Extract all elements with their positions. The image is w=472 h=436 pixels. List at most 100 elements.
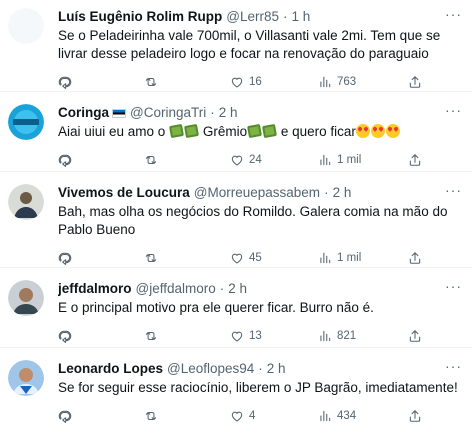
timestamp[interactable]: 2 h bbox=[267, 360, 286, 378]
like-button[interactable]: 13 bbox=[230, 327, 318, 345]
retweet-icon bbox=[144, 75, 158, 89]
tweet-text: Bah, mas olha os negócios do Romildo. Ga… bbox=[58, 204, 448, 237]
more-icon[interactable]: ··· bbox=[445, 278, 462, 294]
more-icon[interactable]: ··· bbox=[445, 6, 462, 22]
reply-icon bbox=[58, 75, 72, 89]
retweet-icon bbox=[144, 409, 158, 423]
reply-feed: Luís Eugênio Rolim Rupp @Lerr85 · 1 h ··… bbox=[0, 0, 472, 436]
views-icon bbox=[318, 153, 332, 167]
views-count: 434 bbox=[337, 410, 357, 422]
retweet-button[interactable] bbox=[144, 73, 230, 91]
like-button[interactable]: 4 bbox=[230, 407, 318, 425]
user-handle[interactable]: @Morreuepassabem bbox=[194, 184, 320, 202]
separator-dot: · bbox=[219, 281, 225, 296]
avatar[interactable] bbox=[8, 184, 44, 220]
flag-icon bbox=[112, 108, 127, 118]
retweet-button[interactable] bbox=[144, 407, 230, 425]
user-handle[interactable]: @jeffdalmoro bbox=[136, 280, 216, 298]
reply-button[interactable] bbox=[58, 327, 144, 345]
more-icon[interactable]: ··· bbox=[445, 182, 462, 198]
retweet-button[interactable] bbox=[144, 249, 230, 267]
reply-button[interactable] bbox=[58, 151, 144, 169]
avatar[interactable] bbox=[8, 280, 44, 316]
views-button[interactable]: 763 bbox=[318, 73, 408, 91]
heart-eyes-emoji-icon bbox=[355, 124, 370, 138]
tweet-header: Coringa @CoringaTri · 2 h bbox=[58, 92, 460, 122]
like-button[interactable]: 45 bbox=[230, 249, 318, 267]
user-handle[interactable]: @CoringaTri bbox=[130, 104, 206, 122]
heart-eyes-emoji-icon bbox=[385, 124, 400, 138]
like-button[interactable]: 24 bbox=[230, 151, 318, 169]
like-count: 16 bbox=[249, 76, 262, 88]
avatar[interactable] bbox=[8, 8, 44, 44]
tweet-header: Leonardo Lopes @Leoflopes94 · 2 h bbox=[58, 348, 460, 378]
like-count: 13 bbox=[249, 330, 262, 342]
display-name[interactable]: Luís Eugênio Rolim Rupp bbox=[58, 8, 222, 26]
display-name[interactable]: Vivemos de Loucura bbox=[58, 184, 190, 202]
action-bar: 4 434 bbox=[58, 407, 460, 425]
avatar[interactable] bbox=[8, 360, 44, 396]
views-button[interactable]: 1 mil bbox=[318, 249, 408, 267]
tweet[interactable]: Vivemos de Loucura @Morreuepassabem · 2 … bbox=[0, 172, 472, 268]
share-button[interactable] bbox=[408, 73, 434, 91]
tweet-header: Luís Eugênio Rolim Rupp @Lerr85 · 1 h bbox=[58, 0, 460, 26]
views-count: 763 bbox=[337, 76, 357, 88]
action-bar: 45 1 mil bbox=[58, 249, 460, 267]
money-emoji-icon bbox=[247, 123, 263, 139]
reply-button[interactable] bbox=[58, 407, 144, 425]
display-name[interactable]: Coringa bbox=[58, 104, 109, 122]
tweet-text: Se for seguir esse raciocínio, liberem o… bbox=[58, 380, 458, 395]
views-icon bbox=[318, 251, 332, 265]
timestamp[interactable]: 2 h bbox=[228, 280, 247, 298]
action-bar: 13 821 bbox=[58, 327, 460, 345]
share-icon bbox=[408, 329, 422, 343]
retweet-button[interactable] bbox=[144, 327, 230, 345]
user-handle[interactable]: @Leoflopes94 bbox=[167, 360, 254, 378]
like-icon bbox=[230, 153, 244, 167]
share-icon bbox=[408, 409, 422, 423]
display-name[interactable]: jeffdalmoro bbox=[58, 280, 132, 298]
views-button[interactable]: 821 bbox=[318, 327, 408, 345]
action-bar: 24 1 mil bbox=[58, 151, 460, 169]
tweet-text: E o principal motivo pra ele querer fica… bbox=[58, 300, 374, 315]
tweet-header: Vivemos de Loucura @Morreuepassabem · 2 … bbox=[58, 172, 460, 202]
user-handle[interactable]: @Lerr85 bbox=[226, 8, 279, 26]
views-button[interactable]: 1 mil bbox=[318, 151, 408, 169]
separator-dot: · bbox=[282, 9, 288, 24]
reply-icon bbox=[58, 251, 72, 265]
tweet[interactable]: Luís Eugênio Rolim Rupp @Lerr85 · 1 h ··… bbox=[0, 0, 472, 92]
reply-button[interactable] bbox=[58, 73, 144, 91]
money-emoji-icon bbox=[169, 123, 185, 139]
separator-dot: · bbox=[210, 105, 215, 120]
views-icon bbox=[318, 329, 332, 343]
tweet-text: Aiai uiui eu amo o Grêmio e quero ficar bbox=[58, 123, 463, 141]
like-icon bbox=[230, 75, 244, 89]
timestamp[interactable]: 2 h bbox=[219, 104, 238, 122]
share-icon bbox=[408, 75, 422, 89]
timestamp[interactable]: 2 h bbox=[333, 184, 352, 202]
reply-icon bbox=[58, 153, 72, 167]
like-button[interactable]: 16 bbox=[230, 73, 318, 91]
timestamp[interactable]: 1 h bbox=[291, 8, 310, 26]
share-button[interactable] bbox=[408, 407, 434, 425]
views-count: 1 mil bbox=[337, 154, 362, 166]
heart-eyes-emoji-icon bbox=[370, 124, 385, 138]
more-icon[interactable]: ··· bbox=[445, 102, 462, 118]
share-button[interactable] bbox=[408, 249, 434, 267]
views-count: 1 mil bbox=[337, 252, 362, 264]
like-icon bbox=[230, 251, 244, 265]
share-button[interactable] bbox=[408, 327, 434, 345]
avatar[interactable] bbox=[8, 104, 44, 140]
more-icon[interactable]: ··· bbox=[445, 358, 462, 374]
tweet[interactable]: Leonardo Lopes @Leoflopes94 · 2 h ··· Se… bbox=[0, 348, 472, 436]
tweet[interactable]: jeffdalmoro @jeffdalmoro · 2 h ··· E o p… bbox=[0, 268, 472, 348]
share-button[interactable] bbox=[408, 151, 434, 169]
views-button[interactable]: 434 bbox=[318, 407, 408, 425]
retweet-button[interactable] bbox=[144, 151, 230, 169]
display-name[interactable]: Leonardo Lopes bbox=[58, 360, 163, 378]
retweet-icon bbox=[144, 251, 158, 265]
tweet[interactable]: Coringa @CoringaTri · 2 h ··· Aiai uiui … bbox=[0, 92, 472, 172]
share-icon bbox=[408, 251, 422, 265]
reply-button[interactable] bbox=[58, 249, 144, 267]
money-emoji-icon bbox=[184, 123, 200, 139]
